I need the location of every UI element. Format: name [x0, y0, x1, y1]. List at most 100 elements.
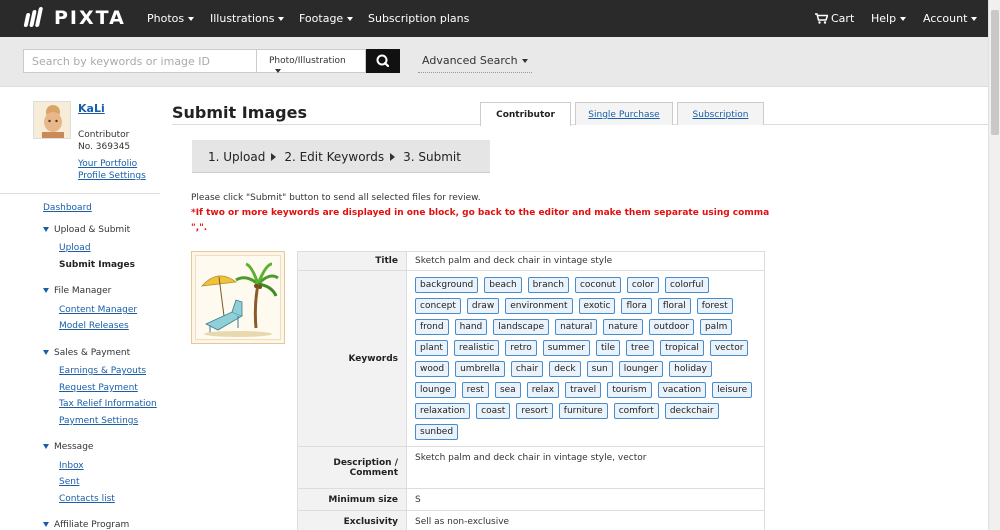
sidebar-item-model-releases[interactable]: Model Releases: [59, 321, 129, 331]
profile-settings-link[interactable]: Profile Settings: [78, 171, 146, 181]
keyword-tag: retro: [505, 340, 537, 356]
sidebar-section-file-manager[interactable]: File Manager: [43, 286, 111, 296]
nav-help-label: Help: [871, 12, 897, 25]
advanced-search-button[interactable]: Advanced Search: [418, 49, 532, 73]
sidebar-section-sales-payment[interactable]: Sales & Payment: [43, 348, 130, 358]
keyword-tag: furniture: [558, 403, 608, 419]
user-role: Contributor: [78, 130, 130, 140]
tab-contributor[interactable]: Contributor: [480, 102, 571, 126]
tab-subscription[interactable]: Subscription: [677, 102, 764, 125]
user-name-link[interactable]: KaLi: [78, 102, 105, 115]
nav-footage[interactable]: Footage: [299, 0, 354, 37]
keyword-list: background beach branch coconut color colorfu…: [415, 275, 756, 442]
chevron-down-icon: [900, 16, 907, 21]
keyword-tag: tourism: [607, 382, 652, 398]
keyword-tag: tile: [595, 340, 621, 356]
avatar[interactable]: [33, 101, 71, 139]
keyword-tag: draw: [466, 298, 500, 314]
keyword-tag: forest: [696, 298, 733, 314]
keyword-tag: beach: [484, 277, 522, 293]
keyword-tag: plant: [415, 340, 448, 356]
keyword-tag: environment: [505, 298, 573, 314]
sidebar-item-dashboard[interactable]: Dashboard: [43, 203, 92, 213]
keyword-tag: color: [626, 277, 659, 293]
keyword-tag: landscape: [493, 319, 550, 335]
scrollbar-thumb[interactable]: [991, 10, 999, 135]
keywords-cell: background beach branch coconut color colorfu…: [406, 270, 765, 447]
cart-icon: [815, 13, 828, 24]
keyword-tag: concept: [415, 298, 461, 314]
keyword-tag: sunbed: [415, 424, 459, 440]
triangle-down-icon: [43, 288, 49, 293]
title-value: Sketch palm and deck chair in vintage st…: [406, 251, 765, 271]
nav-illustrations-label: Illustrations: [210, 12, 275, 25]
sidebar-item-sent[interactable]: Sent: [59, 477, 79, 487]
keyword-tag: comfort: [613, 403, 659, 419]
search-bar: Search by keywords or image ID Photo/Ill…: [0, 37, 988, 87]
nav-subscription-plans[interactable]: Subscription plans: [368, 0, 469, 37]
sidebar-item-contacts-list[interactable]: Contacts list: [59, 494, 115, 504]
sidebar-section-upload-submit[interactable]: Upload & Submit: [43, 225, 130, 235]
sidebar-item-earnings-payouts[interactable]: Earnings & Payouts: [59, 366, 146, 376]
sidebar-section-affiliate[interactable]: Affiliate Program: [43, 520, 129, 530]
search-icon: [376, 54, 390, 68]
sidebar-item-inbox[interactable]: Inbox: [59, 461, 84, 471]
thumbnail-frame: [195, 255, 281, 340]
submit-steps: 1. Upload 2. Edit Keywords 3. Submit: [192, 140, 490, 173]
sidebar-section-label: Upload & Submit: [54, 225, 131, 235]
pixta-logo[interactable]: PIXTA: [23, 7, 126, 29]
sidebar-section-label: Sales & Payment: [54, 348, 131, 358]
tab-single-purchase[interactable]: Single Purchase: [575, 102, 673, 125]
keyword-tag: palm: [699, 319, 733, 335]
nav-photos[interactable]: Photos: [147, 0, 195, 37]
pixta-logo-icon: [23, 7, 46, 29]
sidebar-item-content-manager[interactable]: Content Manager: [59, 305, 137, 315]
keyword-tag: chair: [510, 361, 544, 377]
sidebar-item-upload[interactable]: Upload: [59, 243, 91, 253]
sidebar-section-label: File Manager: [54, 286, 112, 296]
triangle-right-icon: [271, 153, 277, 161]
keyword-tag: tropical: [660, 340, 704, 356]
top-navigation-bar: PIXTA Photos Illustrations Footage Subsc…: [0, 0, 988, 37]
keyword-tag: vector: [709, 340, 749, 356]
avatar-image: [34, 102, 70, 138]
sidebar-divider: [0, 193, 160, 194]
nav-illustrations[interactable]: Illustrations: [210, 0, 285, 37]
title-label: Title: [297, 251, 407, 271]
search-input[interactable]: Search by keywords or image ID: [23, 49, 257, 73]
exclusivity-value: Sell as non-exclusive: [406, 510, 765, 530]
chevron-down-icon: [521, 59, 528, 63]
image-thumbnail[interactable]: [191, 251, 285, 344]
keyword-tag: relaxation: [415, 403, 471, 419]
keyword-tag: wood: [415, 361, 450, 377]
search-button[interactable]: [366, 49, 400, 73]
nav-footage-label: Footage: [299, 12, 344, 25]
keyword-tag: nature: [603, 319, 643, 335]
keyword-tag: sun: [586, 361, 613, 377]
keyword-tag: exotic: [578, 298, 616, 314]
sidebar-item-tax-relief[interactable]: Tax Relief Information: [59, 399, 157, 409]
sidebar-item-payment-settings[interactable]: Payment Settings: [59, 416, 138, 426]
page-scrollbar[interactable]: [988, 0, 1000, 530]
keyword-tag: relax: [526, 382, 560, 398]
keyword-tag: outdoor: [648, 319, 694, 335]
keyword-warning: *If two or more keywords are displayed i…: [191, 208, 770, 233]
cart-link[interactable]: Cart: [815, 0, 854, 37]
triangle-down-icon: [43, 227, 49, 232]
nav-help[interactable]: Help: [871, 0, 907, 37]
keyword-tag: hand: [454, 319, 488, 335]
sidebar-item-request-payment[interactable]: Request Payment: [59, 383, 138, 393]
nav-account[interactable]: Account: [923, 0, 978, 37]
chevron-down-icon: [275, 68, 281, 73]
keyword-tag: flora: [621, 298, 652, 314]
minimum-size-value: S: [406, 488, 765, 511]
keyword-tag: colorful: [664, 277, 709, 293]
sidebar-item-submit-images[interactable]: Submit Images: [59, 260, 135, 270]
your-portfolio-link[interactable]: Your Portfolio: [78, 159, 137, 169]
keyword-tag: coconut: [574, 277, 621, 293]
keyword-tag: realistic: [453, 340, 500, 356]
keyword-tag: resort: [516, 403, 553, 419]
nav-photos-label: Photos: [147, 12, 185, 25]
sidebar-section-message[interactable]: Message: [43, 442, 93, 452]
search-type-select[interactable]: Photo/Illustration: [256, 49, 366, 73]
